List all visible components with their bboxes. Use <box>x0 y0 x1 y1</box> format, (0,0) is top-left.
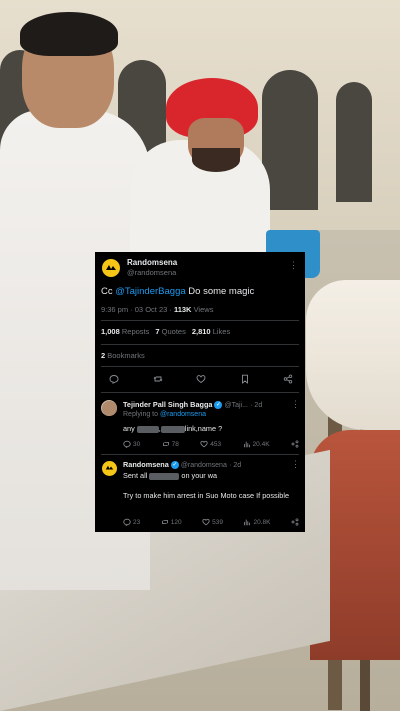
verified-badge-icon: ✓ <box>170 460 179 469</box>
like-button[interactable]: 453 <box>200 440 221 448</box>
randomsena-logo-icon[interactable] <box>101 258 121 278</box>
tweet-text-suffix: Do some magic <box>185 286 255 297</box>
timestamp-text[interactable]: 9:36 pm · 03 Oct 23 · <box>101 305 174 314</box>
tweet-text-prefix: Cc <box>101 286 116 297</box>
reply-count: 23 <box>133 518 141 526</box>
archway <box>262 70 318 210</box>
tweet-text: Cc @TajinderBagga Do some magic <box>101 286 254 297</box>
redacted-text <box>136 425 159 433</box>
like-count: 539 <box>212 518 223 526</box>
reply-header: Tejinder Pall Singh Bagga ✓ @Taji... · 2d <box>123 400 299 411</box>
reply-text-line-2: Try to make him arrest in Suo Moto case … <box>123 491 290 500</box>
mention-link[interactable]: @TajinderBagga <box>115 286 185 297</box>
tweet-timestamp: 9:36 pm · 03 Oct 23 · 113K Views <box>101 305 213 314</box>
divider <box>101 454 299 455</box>
more-options-icon[interactable]: ⋮ <box>291 459 300 470</box>
reply-author-name[interactable]: Tejinder Pall Singh Bagga <box>123 400 212 409</box>
tweet-screenshot-card: Randomsena @randomsena ⋮ Cc @TajinderBag… <box>95 252 305 532</box>
main-tweet-header: Randomsena @randomsena <box>101 258 177 278</box>
reply-button[interactable]: 30 <box>123 440 140 448</box>
like-button[interactable]: 539 <box>202 518 223 526</box>
action-bar <box>109 374 293 384</box>
reply-author-handle[interactable]: @Taji... <box>224 402 247 409</box>
reply-time[interactable]: · 2d <box>229 462 241 469</box>
like-icon[interactable] <box>196 374 206 384</box>
bookmarks-count-row: 2 Bookmarks <box>101 351 145 360</box>
reply-author-handle[interactable]: @randomsena <box>181 462 227 469</box>
divider <box>101 320 299 321</box>
replying-to-link[interactable]: @randomsena <box>160 411 206 418</box>
repost-icon[interactable] <box>153 374 163 384</box>
views-button[interactable]: 20.4K <box>243 440 270 448</box>
bookmark-icon[interactable] <box>240 374 250 384</box>
reply-text: any , link,name ? <box>123 424 222 433</box>
reply-text-end: link,name ? <box>184 424 223 433</box>
reply-author-name[interactable]: Randomsena <box>123 460 169 469</box>
replying-to: Replying to @randomsena <box>123 411 206 418</box>
likes-count[interactable]: 2,810 <box>192 327 211 336</box>
views-button[interactable]: 20.8K <box>243 518 270 526</box>
reply-time[interactable]: · 2d <box>250 402 262 409</box>
white-cow <box>306 280 400 430</box>
divider <box>101 344 299 345</box>
reply-icon[interactable] <box>109 374 119 384</box>
views-count: 20.4K <box>252 440 270 448</box>
archway <box>336 82 372 202</box>
share-icon[interactable] <box>283 374 293 384</box>
more-options-icon[interactable]: ⋮ <box>289 260 298 271</box>
person-hair <box>20 12 118 56</box>
verified-badge-icon: ✓ <box>214 400 223 409</box>
more-options-icon[interactable]: ⋮ <box>291 399 300 410</box>
share-icon[interactable] <box>291 518 299 526</box>
like-count: 453 <box>210 440 222 448</box>
repost-count: 78 <box>171 440 179 448</box>
reply-text-start: Sent all <box>123 471 150 480</box>
reply-text-line-1: Sent all on your wa <box>123 471 217 480</box>
reply-text-end: on your wa <box>179 471 218 480</box>
reply-text-start: any <box>123 424 137 433</box>
views-label: Views <box>191 305 214 314</box>
reposts-count[interactable]: 1,008 <box>101 327 120 336</box>
reply-header: Randomsena ✓ @randomsena · 2d <box>123 460 299 471</box>
repost-button[interactable]: 78 <box>162 440 179 448</box>
reply-stats: 23 120 539 20.8K <box>123 518 299 526</box>
quotes-label[interactable]: Quotes <box>160 327 186 336</box>
randomsena-logo-icon[interactable] <box>101 460 117 476</box>
views-count: 20.8K <box>253 518 271 526</box>
repost-count: 120 <box>170 518 182 526</box>
author-handle[interactable]: @randomsena <box>127 268 177 278</box>
share-icon[interactable] <box>291 440 299 448</box>
likes-label[interactable]: Likes <box>211 327 231 336</box>
reply-count: 30 <box>133 440 141 448</box>
redacted-text <box>160 425 185 433</box>
person-beard <box>192 148 240 172</box>
reply-stats: 30 78 453 20.4K <box>123 440 299 448</box>
bookmarks-label[interactable]: Bookmarks <box>105 351 145 360</box>
divider <box>101 366 299 367</box>
replying-to-label: Replying to <box>123 411 160 418</box>
reply-button[interactable]: 23 <box>123 518 140 526</box>
views-count: 113K <box>173 305 192 314</box>
divider <box>101 392 299 393</box>
engagement-counts: 1,008 Reposts 7 Quotes 2,810 Likes <box>101 327 230 336</box>
reposts-label[interactable]: Reposts <box>120 327 150 336</box>
avatar[interactable] <box>101 400 117 416</box>
redacted-text <box>149 472 180 480</box>
repost-button[interactable]: 120 <box>161 518 182 526</box>
author-name[interactable]: Randomsena <box>127 258 177 268</box>
